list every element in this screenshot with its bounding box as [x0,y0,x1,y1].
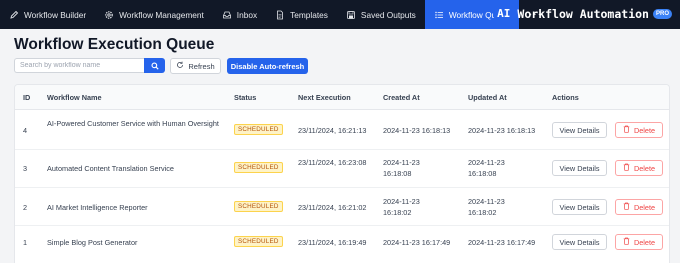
nav-item-workflow-management[interactable]: Workflow Management [95,0,213,29]
cell-updated-at: 2024-11-23 16:18:13 [468,126,536,135]
search-icon [150,57,159,75]
delete-label: Delete [633,237,656,247]
status-badge: SCHEDULED [234,162,283,173]
list-icon [434,10,444,20]
search-bar [14,58,165,73]
view-details-button[interactable]: View Details [552,199,607,215]
table-header: ID Workflow Name Status Next Execution C… [15,85,669,110]
column-header-next-execution: Next Execution [298,93,351,102]
refresh-label: Refresh [188,61,215,71]
trash-icon [623,202,630,212]
delete-button[interactable]: Delete [615,199,663,215]
cell-id: 4 [23,126,28,135]
nav-item-saved-outputs[interactable]: Saved Outputs [337,0,425,29]
brand-logo: AI Workflow Automation PRO [494,6,672,21]
column-header-id: ID [23,93,31,102]
table-row: 1 Simple Blog Post Generator SCHEDULED 2… [15,226,669,263]
cell-id: 3 [23,164,28,173]
cell-created-at: 2024-11-23 16:18:13 [383,126,451,135]
trash-icon [623,125,630,135]
delete-label: Delete [633,163,656,173]
cell-created-at: 2024-11-23 16:18:08 [383,158,420,178]
cell-created-at: 2024-11-23 16:18:02 [383,197,420,217]
cell-created-at: 2024-11-23 16:17:49 [383,238,451,247]
delete-button[interactable]: Delete [615,122,663,138]
view-details-button[interactable]: View Details [552,234,607,250]
gear-icon [104,10,114,20]
table-row: 2 AI Market Intelligence Reporter SCHEDU… [15,188,669,226]
nav-item-inbox[interactable]: Inbox [213,0,266,29]
nav-item-workflow-builder[interactable]: Workflow Builder [0,0,95,29]
trash-icon [623,237,630,247]
nav-item-templates[interactable]: Templates [266,0,337,29]
status-badge: SCHEDULED [234,236,283,247]
cell-next-execution: 23/11/2024, 16:21:13 [298,126,367,135]
search-button[interactable] [144,58,165,73]
nav-item-label: Inbox [236,9,258,20]
inbox-icon [222,10,232,20]
nav-item-label: Workflow Management [119,9,204,20]
top-nav: Workflow Builder Workflow Management Inb… [0,0,680,29]
column-header-created-at: Created At [383,93,420,102]
table-row: 3 Automated Content Translation Service … [15,150,669,188]
disable-auto-refresh-button[interactable]: Disable Auto-refresh [227,58,308,74]
trash-icon [623,163,630,173]
pencil-icon [9,10,19,20]
document-icon [275,10,285,20]
nav-item-label: Templates [290,9,328,20]
status-badge: SCHEDULED [234,124,283,135]
delete-label: Delete [633,125,656,135]
delete-button[interactable]: Delete [615,234,663,250]
cell-id: 2 [23,203,28,212]
pro-badge: PRO [652,8,672,19]
search-input[interactable] [14,58,144,73]
cell-workflow-name: AI-Powered Customer Service with Human O… [47,119,219,128]
cell-updated-at: 2024-11-23 16:18:02 [468,197,505,217]
refresh-icon [176,61,184,71]
nav-item-label: Saved Outputs [360,9,416,20]
cell-workflow-name: AI Market Intelligence Reporter [47,203,148,212]
brand-ai-badge: AI [494,6,514,21]
delete-button[interactable]: Delete [615,160,663,176]
page-title: Workflow Execution Queue [14,36,215,53]
cell-updated-at: 2024-11-23 16:18:08 [468,158,505,178]
refresh-button[interactable]: Refresh [170,58,221,74]
cell-id: 1 [23,238,28,247]
view-details-button[interactable]: View Details [552,160,607,176]
column-header-workflow-name: Workflow Name [47,93,102,102]
table-row: 4 AI-Powered Customer Service with Human… [15,110,669,150]
save-icon [346,10,356,20]
column-header-actions: Actions [552,93,579,102]
queue-table: ID Workflow Name Status Next Execution C… [14,84,670,263]
status-badge: SCHEDULED [234,201,283,212]
cell-next-execution: 23/11/2024, 16:23:08 [298,158,367,167]
delete-label: Delete [633,202,656,212]
nav-item-label: Workflow Builder [24,9,87,20]
view-details-button[interactable]: View Details [552,122,607,138]
column-header-status: Status [234,93,257,102]
cell-next-execution: 23/11/2024, 16:19:49 [298,238,367,247]
cell-next-execution: 23/11/2024, 16:21:02 [298,203,367,212]
cell-workflow-name: Simple Blog Post Generator [47,238,138,247]
column-header-updated-at: Updated At [468,93,507,102]
cell-workflow-name: Automated Content Translation Service [47,164,174,173]
brand-name: Workflow Automation [517,6,649,21]
cell-updated-at: 2024-11-23 16:17:49 [468,238,536,247]
